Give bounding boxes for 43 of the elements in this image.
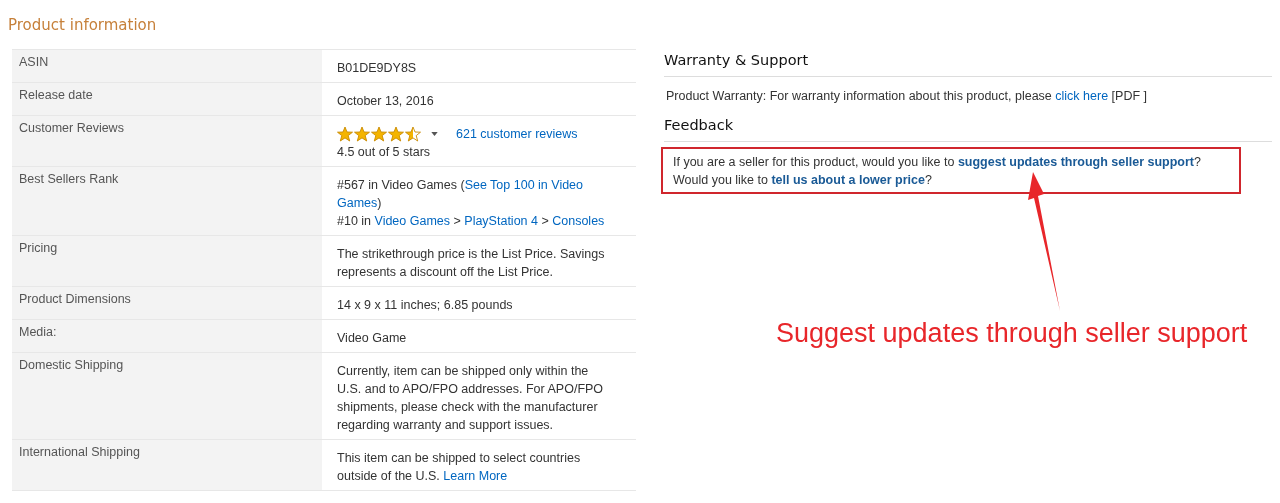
table-value: Video Game [337, 330, 408, 347]
link[interactable]: Games [337, 196, 378, 210]
table-value: Games) [337, 195, 383, 212]
link[interactable]: Video Games [374, 214, 451, 228]
link[interactable]: Learn More [443, 469, 508, 483]
link[interactable]: PlayStation 4 [464, 214, 538, 228]
table-value: 14 x 9 x 11 inches; 6.85 pounds [337, 297, 514, 314]
link[interactable]: tell us about a lower price [771, 173, 925, 187]
link[interactable]: click here [1055, 89, 1109, 103]
star-icon [371, 126, 387, 142]
rating-text: 4.5 out of 5 stars [337, 144, 432, 161]
table-label: Media: [12, 320, 322, 352]
table-label: International Shipping [12, 440, 322, 490]
annotation-text: Suggest updates through seller support [776, 318, 1248, 349]
feedback-text: If you are a seller for this product, would you like to suggest updates through seller support? [673, 154, 1202, 171]
table-value: B01DE9DY8S [337, 60, 418, 77]
star-icon [354, 126, 370, 142]
warranty-text: Product Warranty: For warranty information about this product, please click here [PDF ] [666, 88, 1148, 105]
feedback-text: Would you like to tell us about a lower price? [673, 172, 933, 189]
link[interactable]: Consoles [552, 214, 605, 228]
star-icon [337, 126, 353, 142]
reviews-link[interactable]: 621 customer reviews [456, 125, 578, 143]
table-label: Best Sellers Rank [12, 167, 322, 235]
table-value: Currently, item can be shipped only within the U.S. and to APO/FPO addresses. For APO/FPO shipments, please check with the manufacturer regarding warranty and support issues. [337, 363, 605, 434]
table-label: Customer Reviews [12, 116, 322, 166]
link[interactable]: See Top 100 in Video [464, 178, 583, 192]
table-label: Pricing [12, 236, 322, 286]
table-label: Release date [12, 83, 322, 115]
section-title: Product information [8, 16, 158, 34]
table-value: #567 in Video Games (See Top 100 in Video [337, 177, 584, 194]
table-label: Domestic Shipping [12, 353, 322, 439]
table-value: This item can be shipped to select countries outside of the U.S. Learn More [337, 450, 582, 485]
section-title: Warranty & Support [664, 52, 1272, 77]
section-title: Feedback [664, 117, 1272, 142]
table-label: ASIN [12, 50, 322, 82]
link[interactable]: suggest updates through seller support [957, 155, 1194, 169]
table-label: Product Dimensions [12, 287, 322, 319]
caret-icon[interactable] [431, 132, 438, 136]
table-value: October 13, 2016 [337, 93, 435, 110]
star-icon [405, 126, 421, 142]
table-value: The strikethrough price is the List Price. Savings represents a discount off the List Price. [337, 246, 606, 281]
star-icon [388, 126, 404, 142]
table-value: #10 in Video Games > PlayStation 4 > Consoles [337, 213, 606, 230]
